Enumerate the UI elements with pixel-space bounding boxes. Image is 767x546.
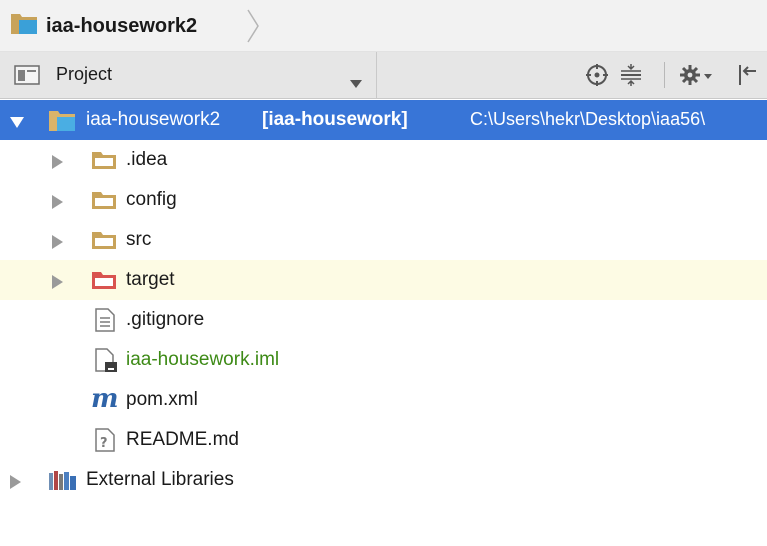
module-file-icon: [94, 348, 118, 378]
breadcrumb[interactable]: iaa-housework2: [10, 8, 197, 44]
tree-item-label: config: [126, 189, 177, 210]
toolbar-separator: [664, 62, 665, 88]
tree-row-external-libraries[interactable]: External Libraries: [0, 460, 767, 500]
text-file-icon: [94, 308, 116, 338]
collapsed-arrow-icon[interactable]: [52, 193, 64, 215]
collapsed-arrow-icon[interactable]: [52, 233, 64, 255]
tree-row-root[interactable]: iaa-housework2 [iaa-housework] C:\Users\…: [0, 100, 767, 140]
tree-row-gitignore[interactable]: .gitignore: [0, 300, 767, 340]
tree-item-label: src: [126, 229, 152, 250]
view-mode-label: Project: [56, 64, 113, 84]
excluded-folder-icon: [90, 268, 118, 298]
tree-row-iml[interactable]: iaa-housework.iml: [0, 340, 767, 380]
locate-icon[interactable]: [584, 62, 610, 88]
collapsed-arrow-icon[interactable]: [10, 473, 22, 495]
breadcrumb-chevron-icon: [246, 8, 260, 50]
collapsed-arrow-icon[interactable]: [52, 273, 64, 295]
hide-icon[interactable]: [736, 62, 762, 88]
settings-icon[interactable]: [678, 62, 714, 88]
tree-row-config[interactable]: config: [0, 180, 767, 220]
maven-icon: m: [90, 384, 120, 419]
unknown-file-icon: ?: [94, 428, 116, 458]
tree-row-src[interactable]: src: [0, 220, 767, 260]
tree-row-readme[interactable]: ? README.md: [0, 420, 767, 460]
svg-text:m: m: [91, 385, 119, 413]
collapse-all-icon[interactable]: [618, 62, 644, 88]
project-folder-icon: [10, 11, 38, 41]
tree-row-idea[interactable]: .idea: [0, 140, 767, 180]
navigation-bar: iaa-housework2: [0, 0, 767, 52]
root-name: iaa-housework2: [86, 109, 221, 130]
tree-item-label: pom.xml: [126, 389, 198, 410]
expanded-arrow-icon[interactable]: [10, 113, 24, 135]
tree-item-label: .idea: [126, 149, 168, 170]
breadcrumb-project-label: iaa-housework2: [46, 14, 198, 37]
collapsed-arrow-icon[interactable]: [52, 153, 64, 175]
svg-text:?: ?: [100, 436, 108, 451]
project-tool-header: Project: [0, 52, 767, 99]
view-mode-select[interactable]: Project: [0, 52, 377, 98]
folder-icon: [90, 228, 118, 258]
chevron-down-icon: [350, 72, 362, 94]
tree-item-label: README.md: [126, 429, 239, 450]
project-view-icon: [14, 65, 40, 91]
tree-row-pom[interactable]: m pom.xml: [0, 380, 767, 420]
project-folder-icon: [48, 108, 76, 138]
tree-item-label: .gitignore: [126, 309, 205, 330]
folder-icon: [90, 188, 118, 218]
tree-row-target[interactable]: target: [0, 260, 767, 300]
root-module-label: [iaa-housework]: [262, 109, 408, 130]
tree-item-label: target: [126, 269, 175, 290]
libraries-icon: [48, 469, 78, 497]
root-path: C:\Users\hekr\Desktop\iaa56\: [470, 109, 706, 129]
tree-item-label: iaa-housework.iml: [126, 349, 280, 370]
folder-icon: [90, 148, 118, 178]
tree-item-label: External Libraries: [86, 469, 234, 490]
